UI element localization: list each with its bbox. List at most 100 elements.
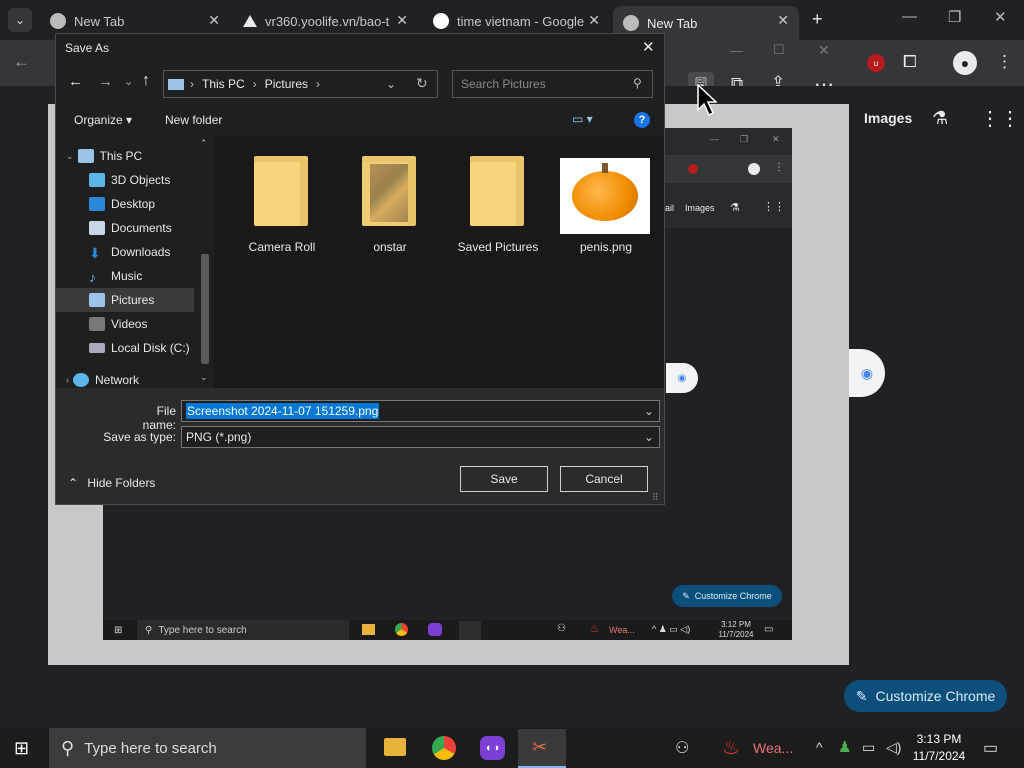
inner-customize-chrome: ✎ Customize Chrome bbox=[672, 585, 782, 607]
tab-title: time vietnam - Google bbox=[457, 13, 585, 29]
triangle-logo-icon bbox=[243, 15, 257, 27]
taskbar-search-box[interactable]: ⚲ Type here to search bbox=[49, 728, 366, 768]
help-icon[interactable]: ? bbox=[634, 112, 650, 128]
dialog-close-icon[interactable]: ✕ bbox=[642, 38, 655, 56]
nav-item-pictures[interactable]: Pictures bbox=[56, 288, 194, 312]
new-tab-button[interactable]: + bbox=[812, 9, 823, 30]
tab-search-button[interactable]: ⌄ bbox=[8, 8, 32, 32]
weather-text[interactable]: Wea... bbox=[753, 740, 793, 756]
inner-notification-icon: ▭ bbox=[764, 624, 774, 635]
volume-icon[interactable]: ◁) bbox=[886, 739, 901, 756]
close-tab-icon[interactable]: ✕ bbox=[588, 12, 600, 29]
inner-lens-icon: ◉ bbox=[666, 363, 698, 393]
collapse-chevron-icon[interactable]: ⌄ bbox=[66, 151, 74, 162]
inner-minimize-icon: — bbox=[710, 134, 719, 144]
kebab-menu-icon[interactable]: ⋮ bbox=[996, 52, 1013, 72]
tab-new-tab-1[interactable]: New Tab ✕ bbox=[40, 6, 230, 36]
extensions-icon[interactable]: ⧠ bbox=[903, 52, 917, 72]
windows-start-icon[interactable]: ⊞ bbox=[14, 738, 29, 759]
snipping-tool-taskbar-button[interactable]: ✂ bbox=[518, 729, 566, 768]
chrome-taskbar-icon[interactable] bbox=[432, 736, 456, 760]
inner-tray-icons: ^ ♟ ▭ ◁) bbox=[652, 624, 691, 634]
expand-chevron-icon[interactable]: › bbox=[66, 375, 69, 385]
new-folder-button[interactable]: New folder bbox=[165, 113, 222, 127]
breadcrumb-pictures[interactable]: Pictures bbox=[265, 77, 308, 91]
close-tab-icon[interactable]: ✕ bbox=[777, 12, 789, 29]
tray-chevron-up-icon[interactable]: ^ bbox=[816, 739, 823, 755]
user-status-icon[interactable]: ♟ bbox=[838, 738, 851, 756]
tab-vr360[interactable]: vr360.yoolife.vn/bao-t ✕ bbox=[233, 6, 418, 36]
profile-maximize-icon[interactable]: ☐ bbox=[773, 42, 785, 58]
mask-app-icon[interactable]: ◐◑ bbox=[480, 736, 505, 760]
pictures-icon bbox=[89, 293, 105, 307]
customize-chrome-button[interactable]: ✎ Customize Chrome bbox=[844, 680, 1007, 712]
weather-fire-icon[interactable]: ♨ bbox=[722, 735, 740, 760]
labs-flask-icon[interactable]: ⚗ bbox=[932, 108, 948, 129]
inner-images-link: Images bbox=[685, 203, 715, 213]
nav-item-3d-objects[interactable]: 3D Objects bbox=[56, 168, 196, 192]
back-arrow-icon[interactable]: ← bbox=[13, 52, 30, 72]
nav-item-documents[interactable]: Documents bbox=[56, 216, 196, 240]
inner-chrome-icon bbox=[395, 623, 408, 636]
images-link[interactable]: Images bbox=[864, 110, 912, 126]
folder-with-image-icon bbox=[362, 156, 416, 226]
taskbar-clock[interactable]: 3:13 PM 11/7/2024 bbox=[910, 731, 968, 765]
cube-icon bbox=[89, 173, 105, 187]
nav-item-music[interactable]: ♪ Music bbox=[56, 264, 196, 288]
view-options-icon[interactable]: ▭ ▾ bbox=[572, 112, 593, 126]
cancel-button[interactable]: Cancel bbox=[560, 466, 648, 492]
address-bar[interactable]: › This PC › Pictures › ⌄ ↻ bbox=[163, 70, 438, 98]
nav-item-videos[interactable]: Videos bbox=[56, 312, 196, 336]
file-item-penis-png[interactable]: penis.png bbox=[556, 152, 656, 262]
inner-search-icon: ⚲ bbox=[145, 624, 153, 636]
resize-grip-icon[interactable]: ⠿ bbox=[652, 492, 659, 503]
profile-avatar-icon[interactable]: ● bbox=[953, 51, 977, 75]
refresh-icon[interactable]: ↻ bbox=[416, 75, 428, 92]
save-type-dropdown-icon[interactable]: ⌄ bbox=[644, 430, 654, 444]
scroll-down-icon[interactable]: ⌄ bbox=[200, 372, 208, 383]
breadcrumb-separator-icon: › bbox=[316, 77, 321, 91]
save-options-area: File name: Screenshot 2024-11-07 151259.… bbox=[56, 388, 664, 504]
people-icon[interactable]: ⚇ bbox=[675, 738, 689, 758]
file-item-onstar[interactable]: onstar bbox=[340, 152, 440, 262]
apps-grid-icon[interactable]: ⋮⋮ bbox=[980, 106, 1020, 131]
scroll-up-icon[interactable]: ⌃ bbox=[200, 138, 208, 149]
minimize-icon[interactable]: — bbox=[902, 8, 917, 25]
ublock-icon[interactable]: u bbox=[867, 54, 885, 72]
maximize-icon[interactable]: ❐ bbox=[948, 8, 961, 26]
mouse-cursor-icon bbox=[697, 84, 717, 117]
save-as-type-select[interactable]: PNG (*.png) ⌄ bbox=[181, 426, 660, 448]
organize-button[interactable]: Organize ▾ bbox=[74, 113, 132, 127]
hide-folders-button[interactable]: ⌃ Hide Folders bbox=[68, 476, 155, 490]
nav-forward-icon[interactable]: → bbox=[98, 73, 113, 90]
close-tab-icon[interactable]: ✕ bbox=[208, 12, 220, 29]
file-explorer-icon[interactable] bbox=[384, 738, 406, 756]
file-item-camera-roll[interactable]: Camera Roll bbox=[232, 152, 332, 262]
tab-time-vietnam[interactable]: time vietnam - Google ✕ bbox=[423, 6, 610, 36]
breadcrumb-this-pc[interactable]: This PC bbox=[202, 77, 245, 91]
nav-item-local-disk[interactable]: Local Disk (C:) bbox=[56, 336, 196, 360]
pc-icon bbox=[168, 78, 184, 90]
inner-active-app-icon bbox=[459, 621, 481, 640]
nav-item-downloads[interactable]: ⬇ Downloads bbox=[56, 240, 196, 264]
window-close-icon[interactable]: ✕ bbox=[994, 8, 1007, 26]
recent-locations-chevron-icon[interactable]: ⌄ bbox=[124, 75, 133, 88]
close-tab-icon[interactable]: ✕ bbox=[396, 12, 408, 29]
save-button[interactable]: Save bbox=[460, 466, 548, 492]
file-item-saved-pictures[interactable]: Saved Pictures bbox=[448, 152, 548, 262]
search-pictures-input[interactable]: Search Pictures ⚲ bbox=[452, 70, 653, 98]
inner-labs-icon: ⚗ bbox=[730, 202, 740, 214]
profile-minimize-icon[interactable]: — bbox=[730, 43, 743, 58]
folder-icon bbox=[470, 156, 524, 226]
file-name-input[interactable]: Screenshot 2024-11-07 151259.png ⌄ bbox=[181, 400, 660, 422]
nav-back-icon[interactable]: ← bbox=[68, 73, 83, 90]
address-dropdown-icon[interactable]: ⌄ bbox=[386, 77, 396, 91]
nav-item-desktop[interactable]: Desktop bbox=[56, 192, 196, 216]
file-name-dropdown-icon[interactable]: ⌄ bbox=[644, 404, 654, 418]
nav-up-icon[interactable]: ↑ bbox=[142, 72, 150, 90]
notification-center-icon[interactable]: ▭ bbox=[983, 738, 998, 758]
nav-scroll-thumb[interactable] bbox=[201, 254, 209, 364]
network-icon[interactable]: ▭ bbox=[862, 739, 875, 756]
profile-close-icon[interactable]: ✕ bbox=[818, 42, 830, 59]
nav-item-this-pc[interactable]: ⌄ This PC bbox=[56, 144, 196, 168]
